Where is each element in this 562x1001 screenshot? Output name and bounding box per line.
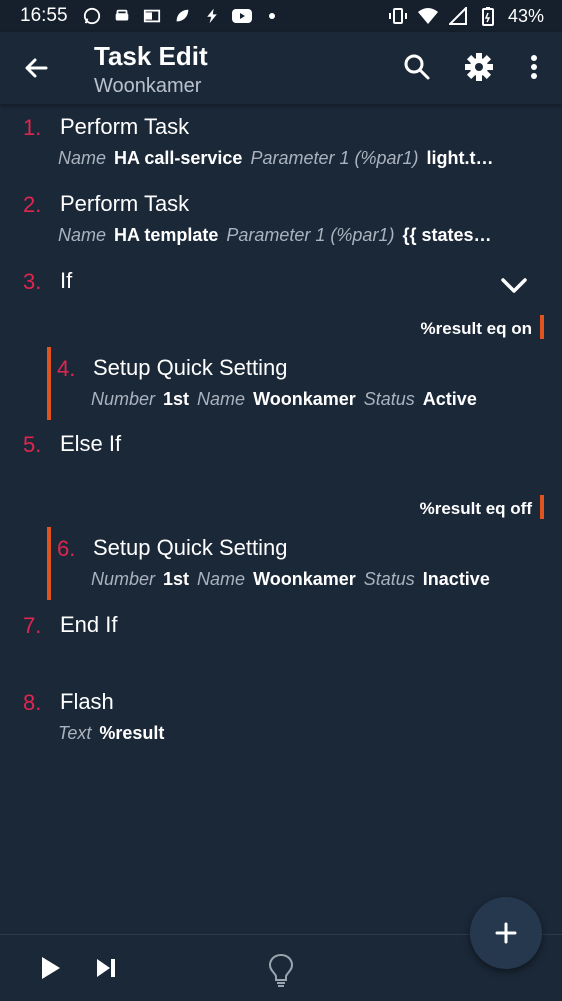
action-name: Setup Quick Setting (93, 535, 288, 560)
action-name: Flash (60, 689, 114, 714)
param-key: Parameter 1 (%par1) (250, 148, 419, 168)
param-value: 1st (163, 389, 190, 409)
param-key: Status (363, 389, 415, 409)
skip-next-icon (97, 959, 115, 977)
dot-icon (262, 6, 282, 26)
action-number: 2. (23, 192, 42, 217)
arrow-back-icon (25, 58, 48, 78)
settings-button[interactable] (462, 50, 496, 84)
hint-button[interactable] (268, 953, 296, 987)
param-value: Woonkamer (253, 569, 356, 589)
battery-icon (478, 6, 498, 26)
param-value: %result (99, 723, 165, 743)
play-button[interactable] (38, 955, 66, 983)
car-icon (112, 6, 132, 26)
condition-label: %result eq on (421, 315, 545, 339)
action-name: Perform Task (60, 191, 190, 216)
action-number: 1. (23, 115, 42, 140)
param-value: light.t… (426, 148, 494, 168)
vibrate-icon (388, 6, 408, 26)
action-params: Number 1st Name Woonkamer Status Active (91, 389, 485, 410)
action-number: 5. (23, 432, 42, 457)
action-number: 8. (23, 690, 42, 715)
condition-label: %result eq off (420, 495, 545, 519)
param-key: Name (58, 148, 107, 168)
whatsapp-icon (82, 6, 102, 26)
search-button[interactable] (400, 50, 434, 84)
action-number: 7. (23, 613, 42, 638)
action-row[interactable]: 7. End If (0, 606, 562, 678)
back-button[interactable] (20, 52, 52, 84)
action-name: End If (60, 612, 118, 637)
action-name: If (60, 268, 73, 293)
chevron-down-icon (501, 278, 527, 293)
outlook-icon (142, 6, 162, 26)
action-row[interactable]: 2. Perform Task Name HA template Parameter… (0, 185, 562, 257)
app-bar: Task Edit Woonkamer (0, 32, 562, 104)
page-title: Task Edit (94, 41, 208, 71)
action-name: Perform Task (60, 114, 190, 139)
action-params: Number 1st Name Woonkamer Status Inactive (91, 569, 498, 590)
param-key: Number (91, 389, 156, 409)
status-bar: 16:55 43% (0, 0, 562, 32)
action-number: 6. (57, 536, 76, 561)
action-number: 4. (57, 356, 76, 381)
action-row[interactable]: 4. Setup Quick Setting Number 1st Name Woon… (0, 350, 562, 422)
lightbulb-icon (268, 953, 294, 987)
param-key: Text (58, 723, 92, 743)
action-number: 3. (23, 269, 42, 294)
action-name: Setup Quick Setting (93, 355, 288, 380)
param-value: 1st (163, 569, 190, 589)
param-key: Status (363, 569, 415, 589)
gear-icon (465, 53, 493, 81)
param-value: Active (422, 389, 477, 409)
action-params: Name HA template Parameter 1 (%par1) {{ sta… (58, 225, 500, 246)
action-params: Text %result (58, 723, 172, 744)
signal-icon (448, 6, 468, 26)
step-button[interactable] (94, 956, 122, 984)
param-key: Parameter 1 (%par1) (226, 225, 395, 245)
more-vertical-icon (531, 55, 537, 79)
youtube-icon (231, 6, 252, 26)
status-time: 16:55 (20, 5, 68, 26)
action-row[interactable]: 1. Perform Task Name HA call-service Param… (0, 108, 562, 180)
param-value: {{ states… (402, 225, 492, 245)
action-row[interactable]: 5. Else If %result eq off (0, 425, 562, 525)
overflow-menu-button[interactable] (517, 50, 551, 84)
action-row[interactable]: 3. If %result eq on (0, 262, 562, 344)
param-value: HA call-service (114, 148, 243, 168)
add-action-button[interactable] (470, 897, 542, 969)
search-icon (404, 54, 430, 80)
play-icon (42, 957, 60, 979)
bolt-icon (202, 6, 222, 26)
action-row[interactable]: 8. Flash Text %result (0, 683, 562, 755)
action-row[interactable]: 6. Setup Quick Setting Number 1st Name Woon… (0, 530, 562, 602)
param-key: Name (197, 569, 246, 589)
param-value: Woonkamer (253, 389, 356, 409)
param-key: Name (197, 389, 246, 409)
leaf-icon (172, 6, 192, 26)
action-params: Name HA call-service Parameter 1 (%par1) li… (58, 148, 502, 169)
page-subtitle: Woonkamer (94, 75, 202, 97)
param-key: Number (91, 569, 156, 589)
param-value: HA template (114, 225, 219, 245)
param-key: Name (58, 225, 107, 245)
plus-icon (495, 922, 517, 944)
action-name: Else If (60, 431, 122, 456)
battery-percent: 43% (507, 5, 544, 26)
param-value: Inactive (422, 569, 490, 589)
collapse-toggle[interactable] (499, 274, 531, 298)
wifi-icon (417, 6, 438, 26)
